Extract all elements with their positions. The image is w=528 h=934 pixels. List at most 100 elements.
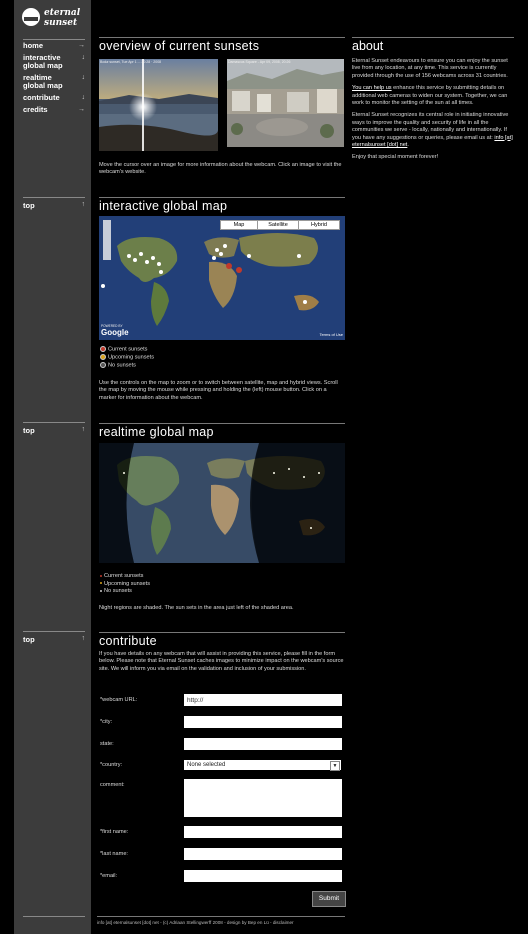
about-title: about [352,37,514,53]
interactive-legend: Current sunsets Upcoming sunsets No suns… [100,346,154,370]
overview-text: Move the cursor over an image for more i… [99,162,342,176]
interactive-map[interactable]: POWERED BY Google Terms of Use [99,216,345,340]
about-para-4: Enjoy that special moment forever! [352,154,439,161]
about-para-3-text: Eternal Sunset recognizes its central ro… [352,112,509,141]
webcam-caption: Bodø sunset, Tue Apr 1 ... 20:28 · 2008 [100,60,162,64]
section-title-interactive-map: interactive global map [99,197,345,213]
state-input[interactable] [184,738,342,750]
logo-text-1: eternal [44,8,81,18]
nav-realtime-map[interactable]: realtime global map ↓ [23,72,85,92]
top-label: top [23,201,35,210]
world-map [99,216,345,340]
about-para-3-end: . [407,142,409,149]
last-name-label: *last name: [100,851,128,857]
top-label: top [23,426,35,435]
arrow-up-icon: ↑ [81,426,86,433]
realtime-legend: Current sunsets Upcoming sunsets No suns… [100,573,150,596]
contribute-text: If you have details on any webcam that w… [99,651,344,672]
logo[interactable]: eternal sunset [22,6,88,30]
nav-label: interactive global map [23,53,63,70]
arrow-right-icon: → [78,106,85,113]
terms-link[interactable]: Terms of Use [319,332,343,337]
help-link[interactable]: You can help us [352,85,392,91]
top-link[interactable]: top ↑ [23,631,85,644]
first-name-label: *first name: [100,829,129,835]
realtime-map [99,443,345,563]
legend-label: Current sunsets [108,346,148,353]
arrow-right-icon: → [78,42,85,49]
top-label: top [23,635,35,644]
legend-none: No sunsets [100,588,150,596]
nav-label: contribute [23,93,60,102]
city-webcam-photo [227,59,344,147]
chevron-down-icon: ▼ [330,761,340,771]
legend-label: Upcoming sunsets [104,580,151,587]
section-title-realtime-map: realtime global map [99,423,345,439]
google-logo: Google [101,328,129,337]
main-nav: home → interactive global map ↓ realtime g… [23,39,85,116]
country-select[interactable]: None selected ▼ [184,760,341,771]
nav-home[interactable]: home → [23,40,85,52]
submit-button[interactable]: Submit [312,891,346,907]
country-selected-value: None selected [187,762,226,768]
upcoming-marker-icon [100,353,106,360]
about-panel: about Eternal Sunset endeavours to ensur… [352,37,514,162]
legend-label: No sunsets [104,588,132,594]
about-para-2: You can help us enhance this service by … [352,85,514,107]
webcam-image-2[interactable]: Damascus Square - Apr 09, 2008, 20:26 [227,59,344,147]
webcam-url-input[interactable] [184,694,342,706]
legend-current: Current sunsets [100,573,150,581]
first-name-input[interactable] [184,826,342,838]
sunset-logo-icon [22,8,40,26]
sidebar-divider [23,916,85,919]
top-link[interactable]: top ↑ [23,197,85,210]
comment-label: comment: [100,782,125,788]
nav-credits[interactable]: credits → [23,104,85,116]
sunset-webcam-photo [99,59,218,151]
last-name-input[interactable] [184,848,342,860]
realtime-text: Night regions are shaded. The sun sets i… [99,605,294,611]
nav-contribute[interactable]: contribute ↓ [23,92,85,104]
upcoming-marker-icon [100,582,102,585]
comment-textarea[interactable] [184,779,342,817]
legend-upcoming: Upcoming sunsets [100,353,155,362]
legend-label: No sunsets [108,362,136,369]
section-title-overview: overview of current sunsets [99,37,345,53]
legend-label: Upcoming sunsets [108,354,155,361]
current-marker-icon [100,346,106,352]
section-title-contribute: contribute [99,632,345,648]
arrow-down-icon: ↓ [81,94,86,101]
email-input[interactable] [184,870,342,882]
legend-upcoming: Upcoming sunsets [100,581,150,589]
map-type-map-button[interactable]: Map [220,220,258,230]
legend-current: Current sunsets [100,346,154,354]
state-label: state: [100,741,114,747]
arrow-up-icon: ↑ [81,201,86,208]
nav-label: credits [23,105,48,114]
sidebar: eternal sunset home → interactive global … [14,0,91,934]
day-night-map [99,443,345,563]
webcam-image-1[interactable]: Bodø sunset, Tue Apr 1 ... 20:28 · 2008 [99,59,218,151]
nav-interactive-map[interactable]: interactive global map ↓ [23,52,85,72]
legend-label: Current sunsets [104,573,144,579]
nav-label: realtime global map [23,73,63,90]
logo-text-2: sunset [44,18,78,28]
interactive-text: Use the controls on the map to zoom or t… [99,380,338,401]
footer: info [at] eternalsunset [dot] net - (c) … [97,916,345,925]
none-marker-icon [100,361,106,368]
email-label: *email: [100,873,118,879]
map-type-satellite-button[interactable]: Satellite [257,220,299,230]
webcam-caption: Damascus Square - Apr 09, 2008, 20:26 [228,60,291,64]
legend-none: No sunsets [100,361,154,370]
map-type-hybrid-button[interactable]: Hybrid [298,220,340,230]
about-para-1: Eternal Sunset endeavours to ensure you … [352,58,508,79]
arrow-up-icon: ↑ [81,635,86,642]
top-link[interactable]: top ↑ [23,422,85,435]
city-input[interactable] [184,716,342,728]
arrow-down-icon: ↓ [81,74,86,81]
nav-label: home [23,41,44,50]
current-marker-icon [100,574,102,577]
webcam-url-label: *webcam URL: [100,697,138,703]
about-para-3: Eternal Sunset recognizes its central ro… [352,112,514,149]
country-label: *country: [100,762,123,768]
